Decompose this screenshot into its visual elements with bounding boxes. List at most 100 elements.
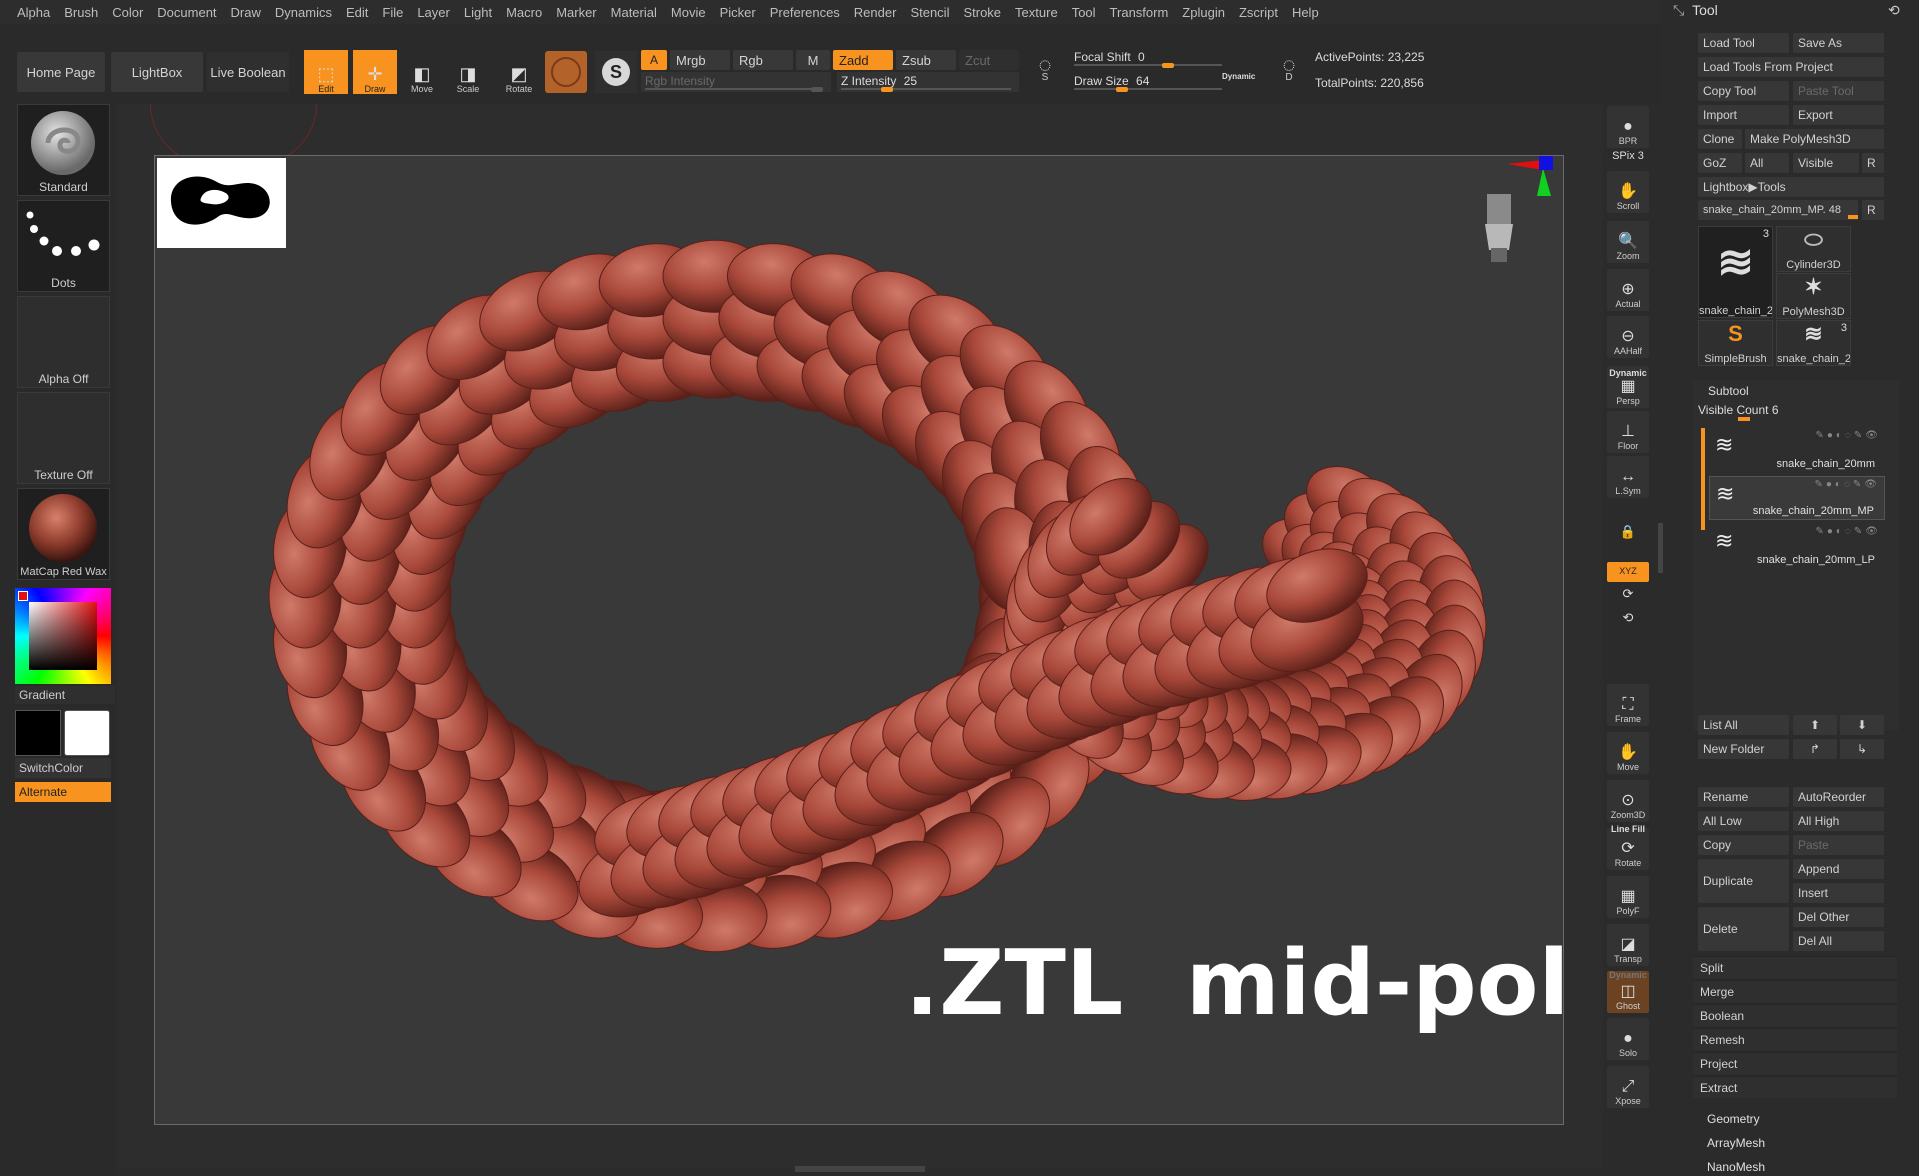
menu-stroke[interactable]: Stroke <box>963 5 1001 20</box>
subtool-controls-icon[interactable]: ✎●◐◌✎👁 <box>1815 479 1880 490</box>
z-intensity-knob[interactable] <box>881 87 893 92</box>
subpalette-geometry[interactable]: Geometry <box>1707 1112 1760 1126</box>
menu-color[interactable]: Color <box>112 5 143 20</box>
alternate-button[interactable]: Alternate <box>15 782 111 802</box>
menu-marker[interactable]: Marker <box>556 5 596 20</box>
rename-button[interactable]: Rename <box>1698 787 1789 807</box>
clone-button[interactable]: Clone <box>1698 129 1742 149</box>
visible-count-slider[interactable]: Visible Count 6 <box>1698 403 1884 421</box>
load-tool-button[interactable]: Load Tool <box>1698 33 1789 53</box>
menu-texture[interactable]: Texture <box>1015 5 1058 20</box>
stroke-swatch-button[interactable]: S <box>595 51 637 93</box>
menu-stencil[interactable]: Stencil <box>910 5 949 20</box>
tool-thumb-snake_chain_20r[interactable]: ≋ snake_chain_20r 3 <box>1698 226 1773 318</box>
rgb-button[interactable]: Rgb <box>733 50 793 70</box>
dynamic-solo-label[interactable]: Dynamic <box>1607 970 1649 980</box>
section-split[interactable]: Split <box>1693 956 1897 978</box>
menu-light[interactable]: Light <box>464 5 492 20</box>
section-merge[interactable]: Merge <box>1693 980 1897 1002</box>
tool-thumb-snake_chain_20r[interactable]: ≋ snake_chain_20r 3 <box>1776 320 1851 366</box>
zcut-button[interactable]: Zcut <box>959 50 1019 70</box>
move-up-button[interactable]: ⬆ <box>1793 715 1837 735</box>
copy-tool-button[interactable]: Copy Tool <box>1698 81 1789 101</box>
shelf-actual-button[interactable]: ⊕ Actual <box>1607 269 1649 311</box>
subtool-controls-icon[interactable]: ✎●◐◌✎👁 <box>1816 430 1881 441</box>
goz-visible-button[interactable]: Visible <box>1793 153 1859 173</box>
menu-brush[interactable]: Brush <box>64 5 98 20</box>
section-boolean[interactable]: Boolean <box>1693 1004 1897 1026</box>
tool-thumb-cylinder3d[interactable]: ⬭ Cylinder3D <box>1776 226 1851 272</box>
save-as-button[interactable]: Save As <box>1793 33 1884 53</box>
alpha-selector[interactable]: Alpha Off <box>17 296 110 388</box>
mrgb-button[interactable]: Mrgb <box>670 50 730 70</box>
gradient-toggle[interactable]: Gradient <box>15 686 115 704</box>
shelf-scroll-button[interactable]: ✋ Scroll <box>1607 171 1649 213</box>
subtool-item[interactable]: ≋ ✎●◐◌✎👁 snake_chain_20mm_MP <box>1709 476 1885 520</box>
move-button[interactable]: ◧ Move <box>400 50 444 94</box>
menu-file[interactable]: File <box>382 5 403 20</box>
draw-button[interactable]: ✛ Draw <box>353 50 397 94</box>
lightbox-button[interactable]: LightBox <box>111 52 203 92</box>
shelf-move-button[interactable]: ✋ Move <box>1607 732 1649 774</box>
menu-document[interactable]: Document <box>157 5 216 20</box>
tool-palette-header[interactable]: ⤡ Tool <box>1673 2 1718 19</box>
subtool-controls-icon[interactable]: ✎●◐◌✎👁 <box>1816 526 1881 537</box>
rgb-intensity-slider[interactable]: Rgb Intensity <box>641 72 831 92</box>
paste-tool-button[interactable]: Paste Tool <box>1793 81 1884 101</box>
duplicate-button[interactable]: Duplicate <box>1698 859 1789 903</box>
main-color-swatch[interactable] <box>64 710 110 756</box>
zsub-button[interactable]: Zsub <box>896 50 956 70</box>
menu-alpha[interactable]: Alpha <box>17 5 50 20</box>
home-page-button[interactable]: Home Page <box>17 52 105 92</box>
dynamic-toggle[interactable]: Dynamic <box>1222 72 1255 81</box>
shelf-transp-button[interactable]: ◪ Transp <box>1607 924 1649 966</box>
shelf-xyz-button[interactable]: XYZ <box>1607 562 1649 582</box>
rgb-intensity-knob[interactable] <box>811 87 823 92</box>
switch-color-button[interactable]: SwitchColor <box>15 758 111 778</box>
menu-tool[interactable]: Tool <box>1072 5 1096 20</box>
tool-thumb-simplebrush[interactable]: S SimpleBrush <box>1698 320 1773 366</box>
menu-zscript[interactable]: Zscript <box>1239 5 1278 20</box>
focal-shift-slider[interactable]: Focal Shift 0 <box>1070 48 1230 68</box>
new-folder-button[interactable]: New Folder <box>1698 739 1789 759</box>
menu-dynamics[interactable]: Dynamics <box>275 5 332 20</box>
rotate-button[interactable]: ◩ Rotate <box>497 50 541 94</box>
subpalette-arraymesh[interactable]: ArrayMesh <box>1707 1136 1765 1150</box>
section-project[interactable]: Project <box>1693 1052 1897 1074</box>
menu-help[interactable]: Help <box>1292 5 1319 20</box>
autoreorder-button[interactable]: AutoReorder <box>1793 787 1884 807</box>
menu-transform[interactable]: Transform <box>1110 5 1169 20</box>
current-tool-slider[interactable]: snake_chain_20mm_MP. 48 <box>1698 200 1858 220</box>
dynamic-persp-label[interactable]: Dynamic <box>1607 368 1649 378</box>
menu-render[interactable]: Render <box>854 5 897 20</box>
menu-edit[interactable]: Edit <box>346 5 368 20</box>
brush-selector[interactable]: Standard <box>17 104 110 196</box>
menu-picker[interactable]: Picker <box>720 5 756 20</box>
shelf-xpose-button[interactable]: ⤢ Xpose <box>1607 1066 1649 1108</box>
subpalette-nanomesh[interactable]: NanoMesh <box>1707 1160 1765 1174</box>
subtool-item[interactable]: ≋ ✎●◐◌✎👁 snake_chain_20mm_LP <box>1709 524 1885 568</box>
move-down-button[interactable]: ⬇ <box>1840 715 1884 735</box>
paste-button[interactable]: Paste <box>1793 835 1884 855</box>
lock-icon[interactable]: 🔒 <box>1607 524 1649 540</box>
insert-button[interactable]: Insert <box>1793 883 1884 903</box>
del-all-button[interactable]: Del All <box>1793 931 1884 951</box>
make-polymesh3d-button[interactable]: Make PolyMesh3D <box>1745 129 1884 149</box>
append-button[interactable]: Append <box>1793 859 1884 879</box>
bottom-scroll-handle[interactable] <box>795 1166 925 1172</box>
all-low-button[interactable]: All Low <box>1698 811 1789 831</box>
goz-all-button[interactable]: All <box>1745 153 1789 173</box>
section-extract[interactable]: Extract <box>1693 1076 1897 1098</box>
menu-material[interactable]: Material <box>611 5 657 20</box>
color-picker[interactable] <box>15 588 111 684</box>
del-other-button[interactable]: Del Other <box>1793 907 1884 927</box>
spix-slider[interactable]: SPix 3 <box>1607 150 1649 162</box>
dynamic-size-toggle[interactable]: ◌ D <box>1272 52 1306 92</box>
m-button[interactable]: M <box>796 50 830 70</box>
subtool-item[interactable]: ≋ ✎●◐◌✎👁 snake_chain_20mm <box>1709 428 1885 472</box>
goz-button[interactable]: GoZ <box>1698 153 1742 173</box>
secondary-color-swatch[interactable] <box>15 710 61 756</box>
a-toggle[interactable]: A <box>641 50 667 70</box>
list-all-button[interactable]: List All <box>1698 715 1789 735</box>
live-boolean-button[interactable]: Live Boolean <box>207 52 289 92</box>
